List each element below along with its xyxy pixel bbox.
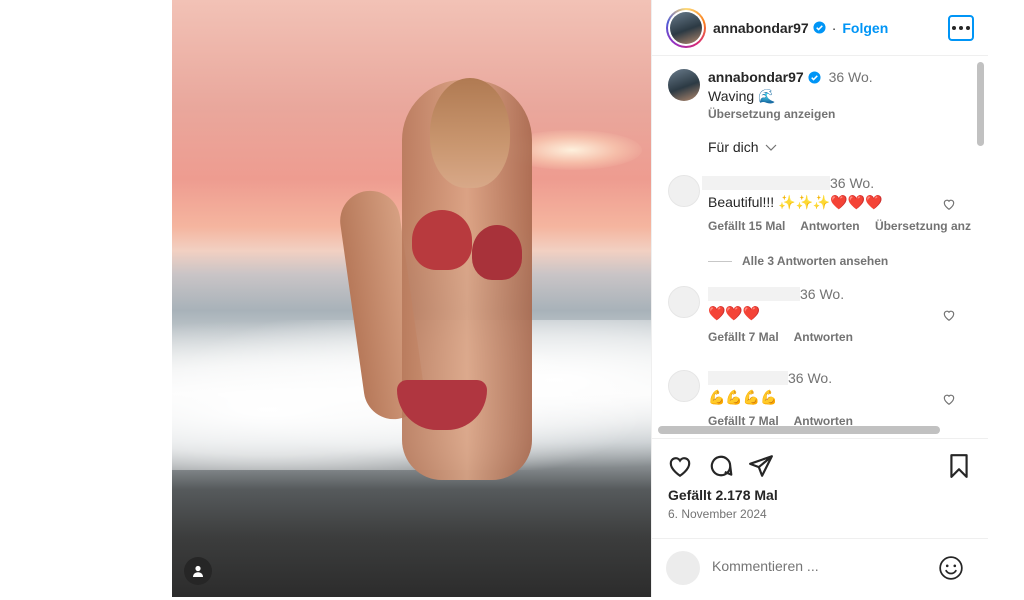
comment-icon[interactable] [708,453,734,479]
more-options-button[interactable] [948,14,974,41]
avatar [666,551,700,585]
tagged-users-button[interactable] [184,557,212,585]
comment-composer [652,538,988,597]
comment-input[interactable] [712,558,912,574]
reply-button[interactable]: Antworten [800,219,859,233]
likes-count[interactable]: Gefällt 2.178 Mal [668,487,778,503]
avatar[interactable] [668,69,700,101]
heart-icon[interactable] [942,308,956,322]
verified-icon [808,71,821,84]
caption-time[interactable]: 36 Wo. [829,69,873,85]
heart-icon[interactable] [667,453,693,479]
scroll-thumb[interactable] [977,62,984,146]
replies-divider [708,260,732,262]
avatar[interactable] [666,7,706,48]
hidden-username [702,176,830,190]
follow-button[interactable]: Folgen [842,20,888,36]
vertical-scrollbar[interactable] [977,58,984,432]
post-modal: annabondar97 · Folgen annabondar97 36 Wo… [172,0,988,597]
photo-head [430,78,510,188]
comments-list[interactable]: annabondar97 36 Wo. Waving 🌊 Übersetzung… [652,57,973,434]
user-icon [193,565,203,577]
avatar[interactable] [668,370,700,402]
post-header: annabondar97 · Folgen [652,0,988,56]
for-you-label: Für dich [708,139,759,155]
avatar[interactable] [668,175,700,207]
post-side-panel: annabondar97 · Folgen annabondar97 36 Wo… [651,0,988,597]
hidden-username [708,287,800,301]
comment-text: ❤️❤️❤️ [708,305,761,321]
comment-time[interactable]: 36 Wo. [830,175,874,191]
post-date[interactable]: 6. November 2024 [668,507,767,521]
avatar[interactable] [668,286,700,318]
more-icon [952,25,956,30]
separator-dot: · [831,19,837,36]
heart-icon[interactable] [942,197,956,211]
comment-likes[interactable]: Gefällt 7 Mal [708,330,779,344]
comment-likes[interactable]: Gefällt 15 Mal [708,219,785,233]
emoji-icon[interactable] [938,555,964,581]
heart-icon[interactable] [942,392,956,406]
verified-icon [813,21,826,34]
comment-time[interactable]: 36 Wo. [788,370,832,386]
horizontal-scrollbar[interactable] [658,426,970,434]
post-image[interactable] [172,0,651,597]
share-icon[interactable] [748,453,774,479]
comment-text: 💪💪💪💪 [708,389,778,405]
caption-username[interactable]: annabondar97 [708,69,804,85]
scroll-thumb[interactable] [658,426,940,434]
post-actions: Gefällt 2.178 Mal 6. November 2024 [652,438,988,538]
hidden-username [708,371,788,385]
translate-link[interactable]: Übersetzung anz [875,219,971,233]
chevron-down-icon [766,144,777,151]
comment-text: Beautiful!!! ✨✨✨❤️❤️❤️ [708,194,883,210]
header-username[interactable]: annabondar97 [713,20,809,36]
translate-link[interactable]: Übersetzung anzeigen [708,107,873,121]
photo-bikini-top-right [472,225,522,280]
for-you-filter[interactable]: Für dich [708,139,777,155]
comment-time[interactable]: 36 Wo. [800,286,844,302]
bookmark-icon[interactable] [946,453,972,479]
view-replies-button[interactable]: Alle 3 Antworten ansehen [708,254,888,268]
view-replies-label: Alle 3 Antworten ansehen [742,254,889,268]
caption-text: Waving 🌊 [708,88,776,104]
reply-button[interactable]: Antworten [794,330,853,344]
photo-bikini-top-left [412,210,472,270]
